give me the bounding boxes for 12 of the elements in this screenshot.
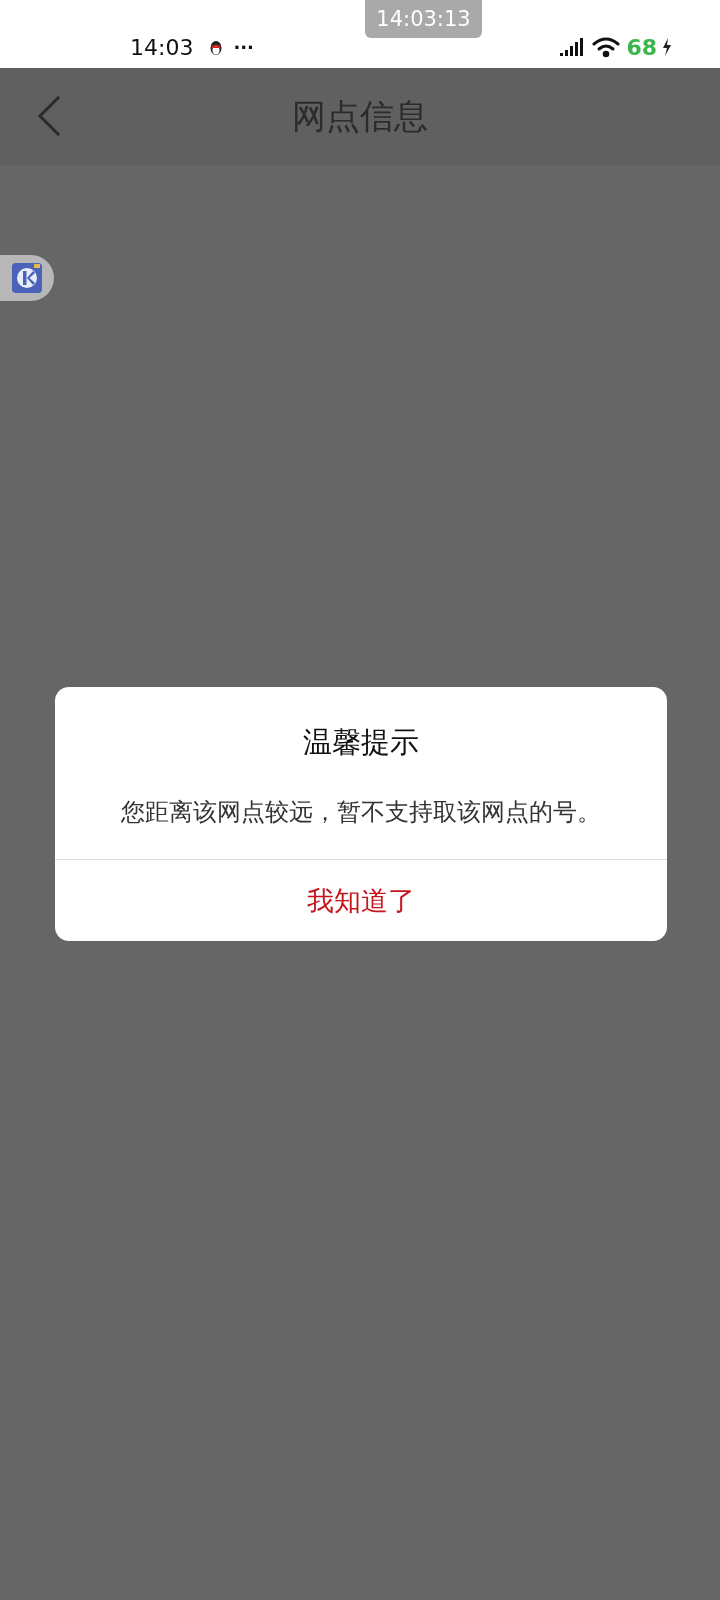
- screenshot-time-badge: 14:03:13: [365, 0, 482, 38]
- dialog-message: 您距离该网点较远，暂不支持取该网点的号。: [121, 797, 601, 828]
- confirm-button[interactable]: 我知道了: [55, 859, 667, 941]
- dialog-title: 温馨提示: [303, 724, 419, 761]
- penguin-icon: [209, 38, 224, 56]
- battery-level: 68: [626, 34, 657, 60]
- app-logo-icon: [12, 263, 42, 293]
- status-time: 14:03: [130, 34, 194, 60]
- wifi-icon: [591, 36, 622, 58]
- floating-app-button[interactable]: [0, 255, 54, 301]
- notification-more: ···: [233, 36, 254, 58]
- charging-icon: [662, 38, 672, 56]
